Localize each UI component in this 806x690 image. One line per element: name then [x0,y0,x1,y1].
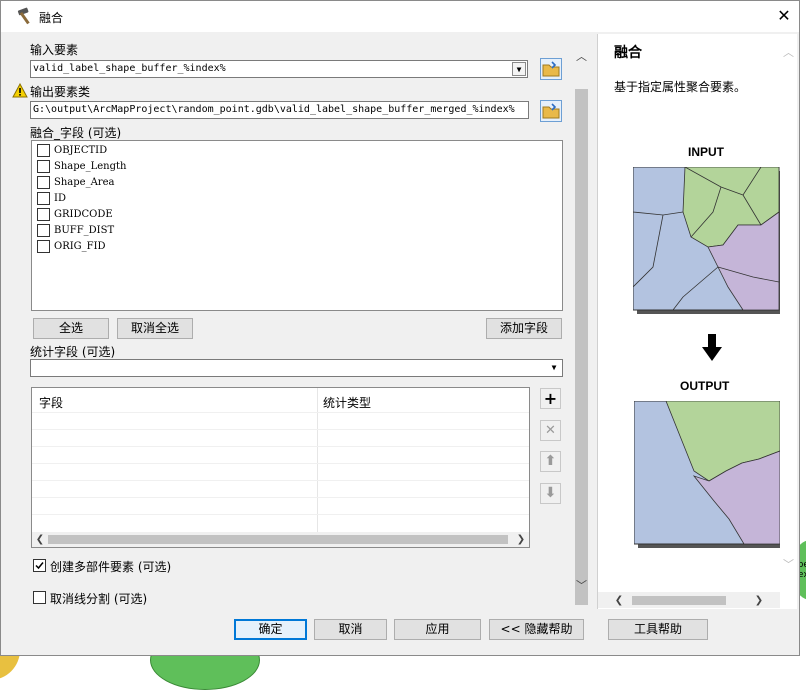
add-stat-button[interactable]: + [540,388,561,409]
arrow-up-icon: ⬆ [544,453,557,469]
multipart-option[interactable]: 创建多部件要素 (可选) [33,558,233,574]
dissolve-field-list: OBJECTID Shape_Length Shape_Area ID GRID… [31,140,563,311]
field-checkbox[interactable] [37,224,50,237]
cancel-button[interactable]: 取消 [314,619,387,640]
window-title: 融合 [39,11,64,25]
input-features-value: valid_label_shape_buffer_%index% [33,63,226,74]
select-all-button[interactable]: 全选 [33,318,109,339]
help-description: 基于指定属性聚合要素。 [614,80,747,94]
output-illustration [634,401,784,548]
tool-help-button[interactable]: 工具帮助 [608,619,708,640]
unsplit-checkbox[interactable] [33,591,46,604]
help-horizontal-scrollbar[interactable]: ❮ ❯ [598,592,780,608]
multipart-checkbox[interactable] [33,559,46,572]
header-divider [32,412,529,413]
input-illustration [633,167,783,314]
column-divider [317,388,318,533]
stats-horizontal-scrollbar[interactable]: ❮ ❯ [32,532,529,547]
field-checkbox[interactable] [37,240,50,253]
dissolve-fields-label: 融合_字段 (可选) [30,126,122,140]
browse-output-button[interactable] [540,100,562,122]
checkmark-icon [35,562,44,570]
scroll-left-icon[interactable]: ❮ [33,532,47,547]
scroll-up-icon[interactable]: ︿ [573,48,590,64]
close-button[interactable]: ✕ [773,5,795,27]
plus-icon: + [543,389,558,408]
scroll-right-icon[interactable]: ❯ [752,593,766,608]
browse-input-button[interactable] [540,58,562,80]
remove-icon: ✕ [545,423,556,438]
arrow-down-icon: ⬇ [544,485,557,501]
unsplit-option[interactable]: 取消线分割 (可选) [33,590,233,606]
scroll-down-icon[interactable]: ﹀ [573,577,590,593]
input-features-combo[interactable]: valid_label_shape_buffer_%index% ▼ [30,60,528,78]
help-input-label: INPUT [688,145,724,159]
table-row [32,446,529,447]
scroll-up-icon[interactable]: ︿ [780,44,797,60]
remove-stat-button[interactable]: ✕ [540,420,561,441]
help-output-label: OUTPUT [680,379,730,393]
output-class-input[interactable]: G:\output\ArcMapProject\random_point.gdb… [30,101,529,119]
table-row [32,514,529,515]
folder-icon [542,103,560,119]
hide-help-button[interactable]: << 隐藏帮助 [489,619,584,640]
apply-button[interactable]: 应用 [394,619,481,640]
stats-fields-label: 统计字段 (可选) [30,345,116,359]
arrow-down-icon [702,334,722,361]
form-vertical-scrollbar[interactable]: ︿ ﹀ [573,37,590,605]
folder-icon [542,61,560,77]
scroll-thumb[interactable] [48,535,508,544]
hammer-icon [17,7,30,25]
scroll-thumb[interactable] [632,596,726,605]
stats-table: 字段 统计类型 ❮ ❯ [31,387,530,548]
unselect-all-button[interactable]: 取消全选 [117,318,193,339]
field-checkbox[interactable] [37,160,50,173]
help-panel: 融合 基于指定属性聚合要素。 INPUT OUTPUT ︿ ﹀ ❮ ❯ [597,34,797,609]
input-features-label: 输入要素 [30,43,79,57]
help-title: 融合 [614,45,642,61]
move-down-button[interactable]: ⬇ [540,483,561,504]
table-row [32,497,529,498]
scroll-down-icon[interactable]: ﹀ [780,556,797,572]
ok-button[interactable]: 确定 [234,619,307,640]
stats-col-type: 统计类型 [323,396,372,410]
stats-col-field: 字段 [39,396,64,410]
output-class-value: G:\output\ArcMapProject\random_point.gdb… [33,104,515,115]
warning-icon [12,83,28,98]
table-row [32,429,529,430]
field-checkbox[interactable] [37,144,50,157]
help-vertical-scrollbar[interactable]: ︿ ﹀ [780,34,797,594]
field-checkbox[interactable] [37,176,50,189]
scroll-left-icon[interactable]: ❮ [612,593,626,608]
scroll-right-icon[interactable]: ❯ [514,532,528,547]
field-checkbox[interactable] [37,192,50,205]
field-checkbox[interactable] [37,208,50,221]
chevron-down-icon[interactable]: ▼ [547,361,561,375]
scroll-thumb[interactable] [575,89,588,605]
table-row [32,463,529,464]
multipart-label: 创建多部件要素 (可选) [50,560,172,574]
stats-field-combo[interactable]: ▼ [30,359,563,377]
add-field-button[interactable]: 添加字段 [486,318,562,339]
chevron-down-icon[interactable]: ▼ [512,62,526,76]
title-bar: 融合 ✕ [1,1,799,32]
table-row [32,480,529,481]
close-icon: ✕ [777,6,791,25]
unsplit-label: 取消线分割 (可选) [50,592,148,606]
dissolve-dialog: 融合 ✕ 输入要素 valid_label_shape_buffer_%inde… [0,0,800,656]
move-up-button[interactable]: ⬆ [540,451,561,472]
output-class-label: 输出要素类 [30,85,91,99]
